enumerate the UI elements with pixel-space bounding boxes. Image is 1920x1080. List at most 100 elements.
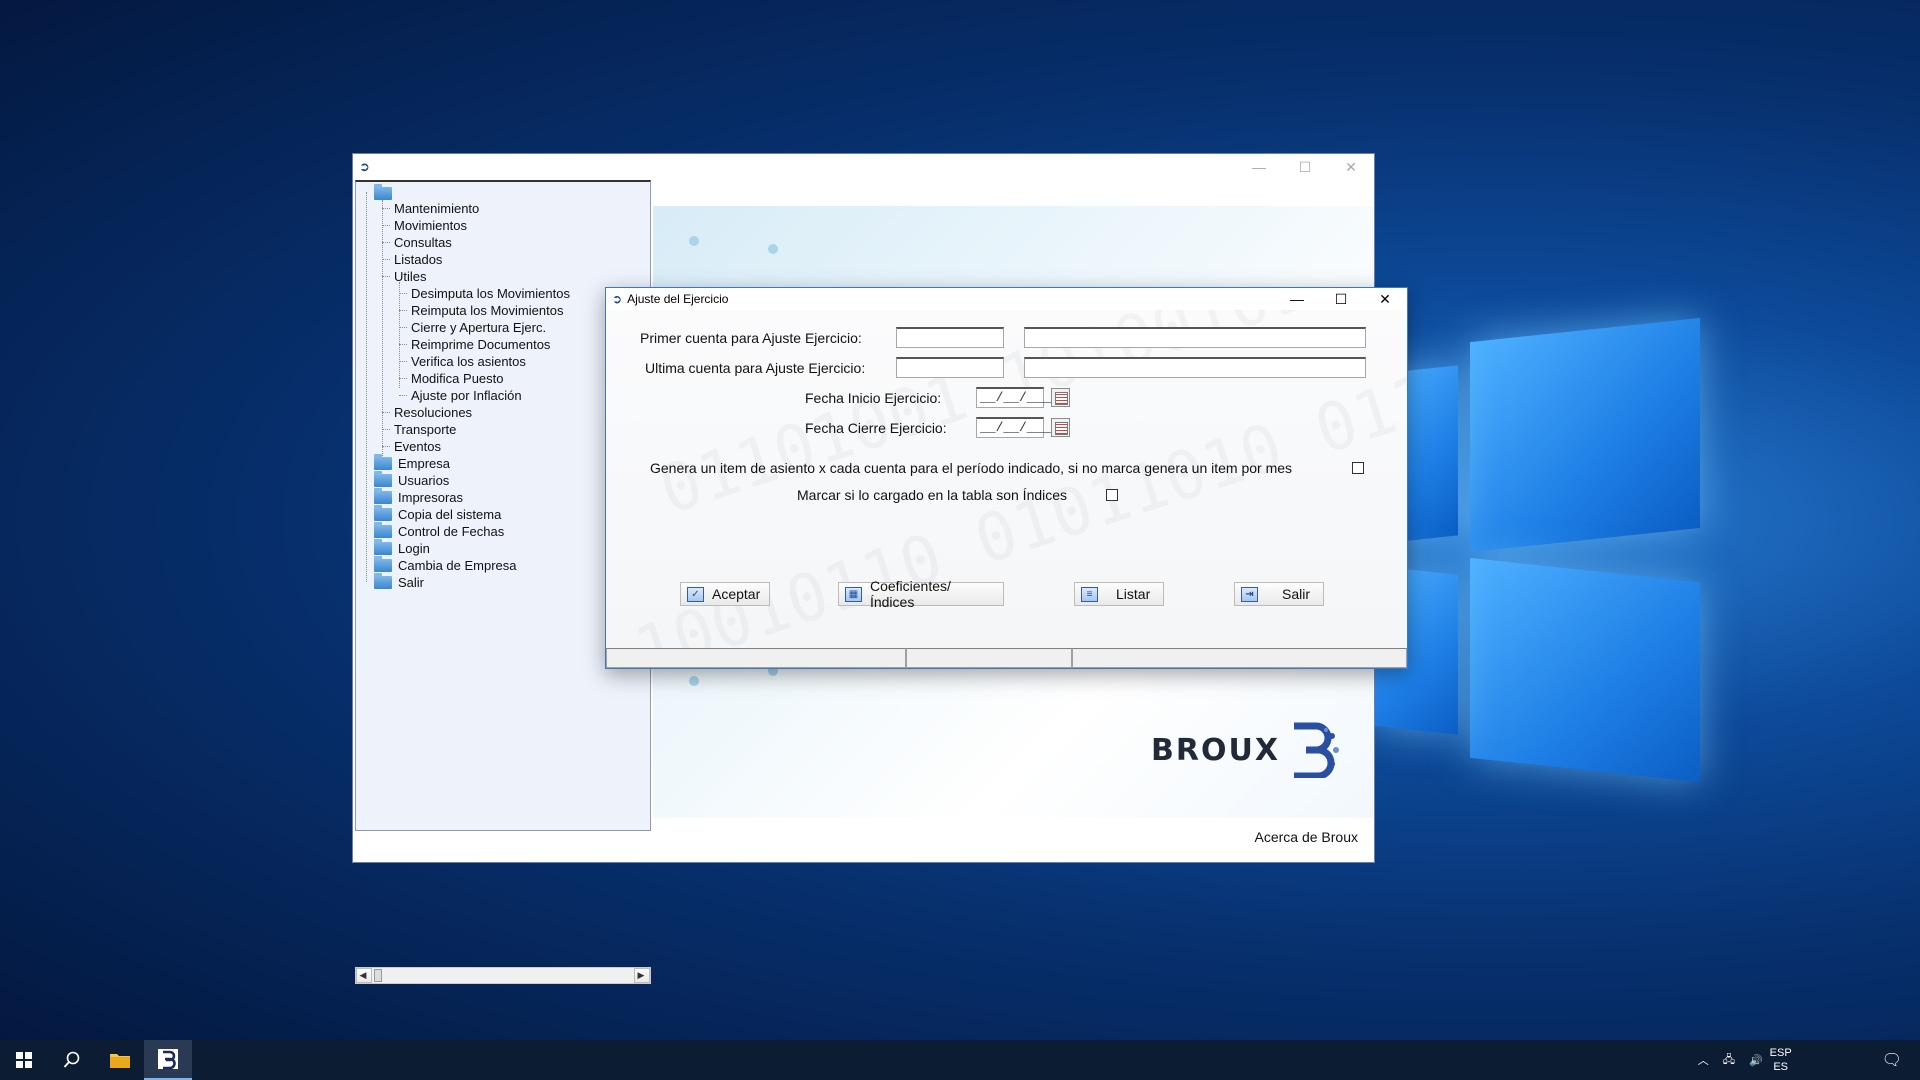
tree-item[interactable]: Mantenimiento xyxy=(382,200,479,216)
tree-item[interactable]: Transporte xyxy=(382,421,456,437)
broux-taskbar-button[interactable] xyxy=(144,1040,192,1080)
tree-item[interactable]: Impresoras xyxy=(374,487,464,505)
folder-icon xyxy=(110,1054,130,1068)
volume-icon[interactable]: 🔊 xyxy=(1749,1054,1763,1067)
fecha-cierre-calendar-icon[interactable] xyxy=(1051,418,1070,437)
tree-item-label: Impresoras xyxy=(398,489,464,505)
fecha-inicio-input[interactable]: __/__/____ xyxy=(976,387,1058,408)
scroll-left-button[interactable]: ◀ xyxy=(356,968,372,983)
folder-icon xyxy=(374,521,392,538)
dialog-close-button[interactable]: ✕ xyxy=(1363,288,1407,310)
file-explorer-button[interactable] xyxy=(96,1040,144,1080)
tree-item-label: Usuarios xyxy=(398,472,450,488)
exit-icon: ⇥ xyxy=(1241,586,1258,602)
folder-icon xyxy=(374,487,392,504)
app-icon: ➲ xyxy=(612,292,623,306)
main-title-bar: ➲ xyxy=(353,154,1374,180)
indices-label: Marcar si lo cargado en la tabla son Índ… xyxy=(797,487,1068,503)
tree-item-label: Reimputa los Movimientos xyxy=(411,302,564,318)
tree-root[interactable] xyxy=(374,183,398,201)
desktop-wallpaper-logo xyxy=(1370,317,1730,800)
dialog-body: 01101001 10100101 10010110 01011010 0110… xyxy=(606,310,1407,648)
tree-item[interactable]: Salir xyxy=(374,572,425,590)
primer-cuenta-description-input[interactable] xyxy=(1024,327,1366,348)
taskbar: ︿ 🖧 🔊 ESP ES 🗨 xyxy=(0,1040,1920,1080)
ultima-cuenta-description-input[interactable] xyxy=(1024,357,1366,378)
primer-cuenta-label: Primer cuenta para Ajuste Ejercicio: xyxy=(640,330,862,346)
fecha-cierre-input[interactable]: __/__/____ xyxy=(976,417,1058,438)
table-icon: ▦ xyxy=(845,586,862,602)
tree-item[interactable]: Cierre y Apertura Ejerc. xyxy=(399,319,546,335)
dialog-minimize-button[interactable]: — xyxy=(1275,288,1319,310)
tree-item[interactable]: Copia del sistema xyxy=(374,504,501,522)
tree-item[interactable]: Movimientos xyxy=(382,217,467,233)
dialog-title: Ajuste del Ejercicio xyxy=(627,292,729,306)
tree-connector xyxy=(399,394,407,396)
about-link[interactable]: Acerca de Broux xyxy=(1255,829,1359,845)
notifications-icon[interactable]: 🗨 xyxy=(1882,1050,1902,1070)
tree-item[interactable]: Login xyxy=(374,538,430,556)
salir-button[interactable]: ⇥ Salir xyxy=(1234,582,1324,606)
tree-item[interactable]: Modifica Puesto xyxy=(399,370,504,386)
tree-item-label: Desimputa los Movimientos xyxy=(411,285,570,301)
ultima-cuenta-input[interactable] xyxy=(896,357,1004,378)
scroll-thumb[interactable] xyxy=(374,969,382,982)
tree-connector xyxy=(399,326,407,328)
search-button[interactable] xyxy=(48,1040,96,1080)
indices-checkbox[interactable] xyxy=(1106,489,1118,501)
tree-item-label: Movimientos xyxy=(394,217,467,233)
tree-connector xyxy=(399,309,407,311)
folder-icon xyxy=(374,453,392,470)
genera-item-label: Genera un item de asiento x cada cuenta … xyxy=(650,460,1293,476)
app-icon: ➲ xyxy=(359,159,370,174)
status-panel xyxy=(906,648,1072,668)
status-panel xyxy=(606,648,906,668)
tree-connector xyxy=(382,275,390,277)
main-maximize-button[interactable]: ☐ xyxy=(1282,154,1328,180)
genera-item-checkbox[interactable] xyxy=(1352,462,1364,474)
logo-text: BROUX xyxy=(1151,732,1280,768)
main-close-button[interactable]: ✕ xyxy=(1328,154,1374,180)
tree-item[interactable]: Control de Fechas xyxy=(374,521,504,539)
tree-item-label: Ajuste por Inflación xyxy=(411,387,522,403)
fecha-inicio-calendar-icon[interactable] xyxy=(1051,388,1070,407)
start-button[interactable] xyxy=(0,1040,48,1080)
tree-connector xyxy=(399,343,407,345)
scroll-right-button[interactable]: ▶ xyxy=(634,968,650,983)
folder-icon xyxy=(374,183,392,200)
tree-item[interactable]: Ajuste por Inflación xyxy=(399,387,522,403)
tree-item-label: Salir xyxy=(398,574,425,590)
tree-horizontal-scrollbar[interactable]: ◀ ▶ xyxy=(355,967,651,984)
dialog-maximize-button[interactable]: ☐ xyxy=(1319,288,1363,310)
language-indicator[interactable]: ESP ES xyxy=(1770,1046,1792,1074)
listar-button[interactable]: ≡ Listar xyxy=(1074,582,1164,606)
tree-connector xyxy=(382,258,390,260)
lang-top: ESP xyxy=(1769,1047,1792,1059)
tree-connector xyxy=(382,241,390,243)
tree-connector xyxy=(382,207,390,209)
tree-item[interactable]: Empresa xyxy=(374,453,450,471)
tree-item[interactable]: Reimputa los Movimientos xyxy=(399,302,563,318)
tree-item[interactable]: Desimputa los Movimientos xyxy=(399,285,570,301)
main-minimize-button[interactable]: — xyxy=(1236,154,1282,180)
lang-bottom: ES xyxy=(1773,1061,1789,1073)
tree-item[interactable]: Cambia de Empresa xyxy=(374,555,517,573)
primer-cuenta-input[interactable] xyxy=(896,327,1004,348)
tree-item[interactable]: Resoluciones xyxy=(382,404,472,420)
tree-item[interactable]: Verifica los asientos xyxy=(399,353,526,369)
fecha-inicio-label: Fecha Inicio Ejercicio: xyxy=(805,390,942,406)
tree-item[interactable]: Eventos xyxy=(382,438,441,454)
aceptar-button[interactable]: ✓ Aceptar xyxy=(680,582,770,606)
tree-item-label: Consultas xyxy=(394,234,452,250)
tree-item[interactable]: Consultas xyxy=(382,234,452,250)
broux-logo: BROUX xyxy=(1151,722,1340,780)
tree-item[interactable]: Listados xyxy=(382,251,442,267)
chevron-up-icon[interactable]: ︿ xyxy=(1698,1052,1709,1068)
tree-item[interactable]: Utiles xyxy=(382,268,427,284)
network-icon[interactable]: 🖧 xyxy=(1723,1051,1735,1070)
tree-item[interactable]: Usuarios xyxy=(374,470,450,488)
tree-item-label: Cambia de Empresa xyxy=(398,557,517,573)
tree-item[interactable]: Reimprime Documentos xyxy=(399,336,550,352)
coeficientes-button[interactable]: ▦ Coeficientes/Índices xyxy=(838,578,1004,610)
tree-item-label: Modifica Puesto xyxy=(411,370,504,386)
